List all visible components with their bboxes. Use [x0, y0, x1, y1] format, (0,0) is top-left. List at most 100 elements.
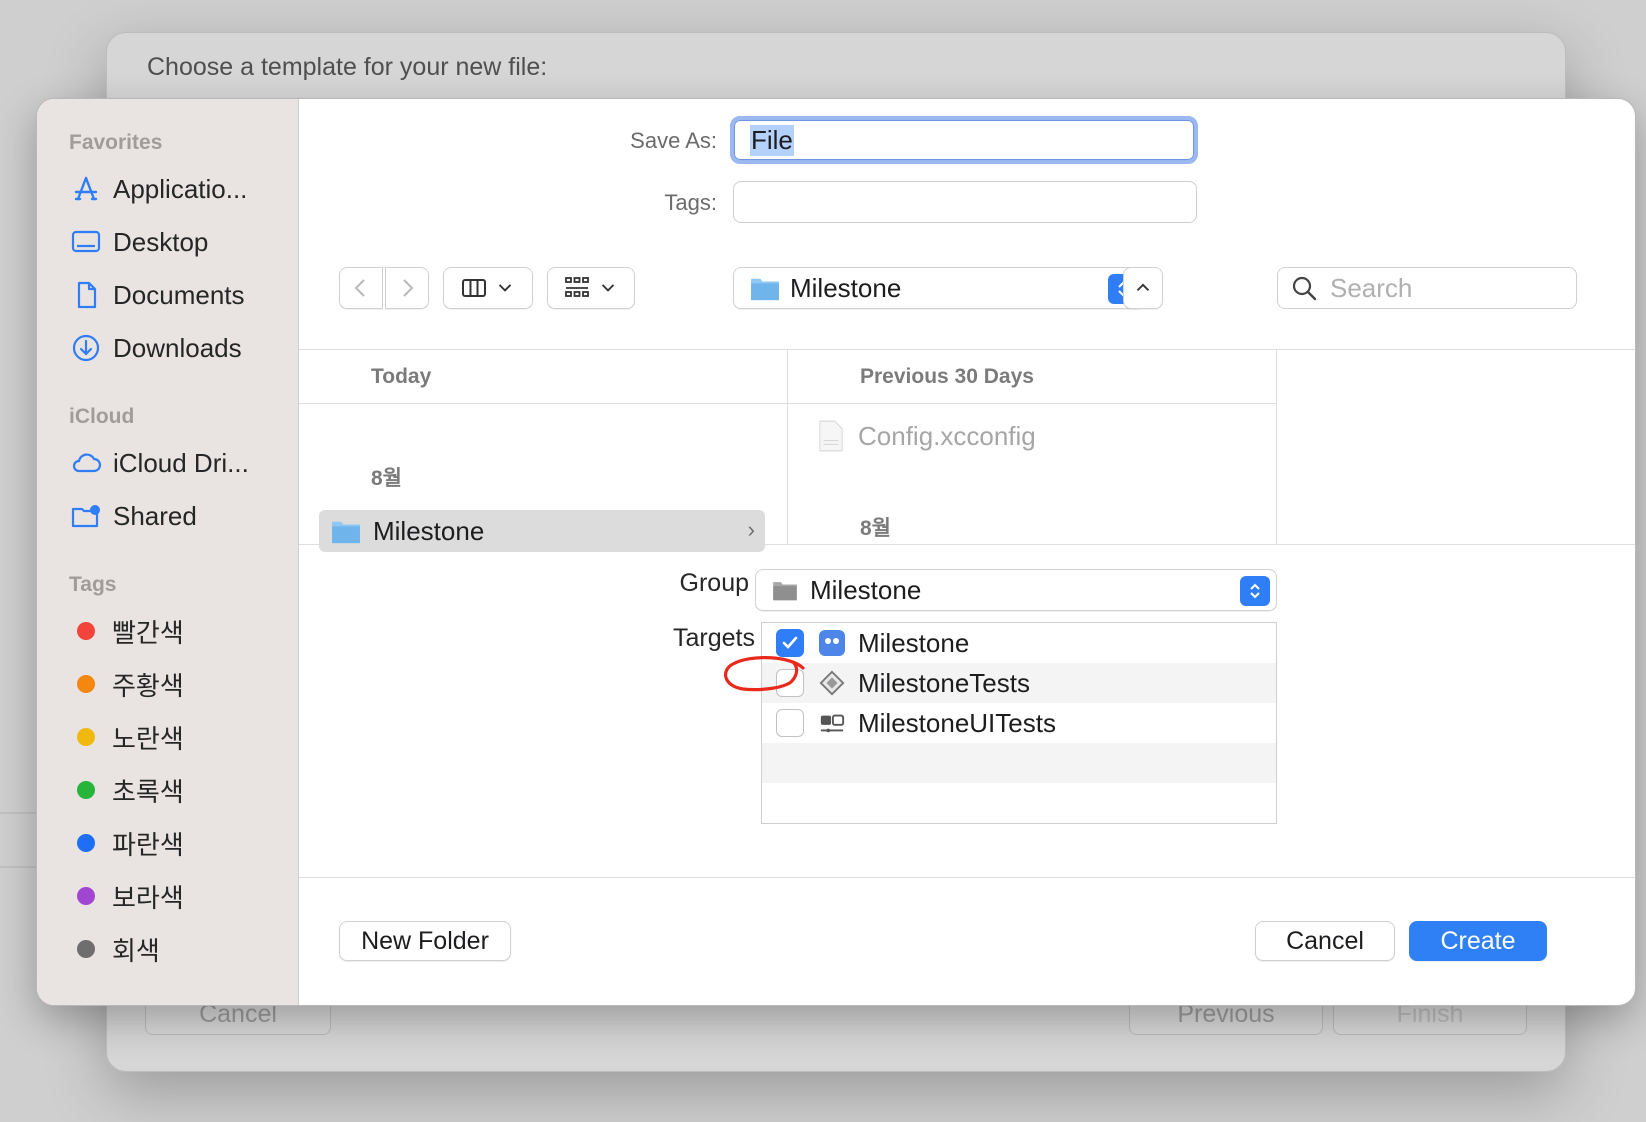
sidebar-item-shared[interactable]: Shared — [69, 496, 291, 536]
sidebar-section-tags: Tags — [69, 573, 117, 596]
create-button[interactable]: Create — [1409, 921, 1547, 961]
footer-divider — [299, 877, 1635, 878]
sidebar-item-label: Applicatio... — [113, 173, 248, 204]
cancel-button[interactable]: Cancel — [1255, 921, 1395, 961]
ui-test-target-icon — [818, 709, 846, 737]
sidebar-item-applications[interactable]: Applicatio... — [69, 169, 291, 209]
target-checkbox[interactable] — [776, 629, 804, 657]
file-name: Config.xcconfig — [858, 420, 1036, 451]
sidebar-tag-red[interactable]: 빨간색 — [69, 611, 291, 651]
browser-column: Previous 30 Days Config.xcconfig 8월 — [788, 350, 1277, 544]
chevron-left-icon — [354, 279, 365, 297]
target-checkbox[interactable] — [776, 709, 804, 737]
sidebar-tag-green[interactable]: 초록색 — [69, 770, 291, 810]
applications-icon — [69, 172, 103, 206]
test-target-icon — [818, 669, 846, 697]
folder-icon — [751, 278, 779, 301]
sidebar: Favorites Applicatio... Desktop Document… — [37, 99, 299, 1005]
sidebar-item-label: Documents — [113, 279, 245, 310]
target-row-empty — [762, 743, 1276, 783]
save-dialog: Favorites Applicatio... Desktop Document… — [36, 98, 1636, 1006]
sidebar-tag-gray[interactable]: 회색 — [69, 929, 291, 969]
sidebar-item-label: 회색 — [112, 935, 160, 966]
tags-field[interactable] — [733, 181, 1197, 223]
sidebar-tag-blue[interactable]: 파란색 — [69, 823, 291, 863]
location-popup[interactable]: Milestone — [733, 267, 1145, 309]
annotation-circle — [724, 656, 805, 692]
group-label: Group — [679, 569, 749, 597]
back-button[interactable] — [339, 267, 383, 309]
desktop-icon — [69, 225, 103, 259]
target-name: MilestoneUITests — [858, 707, 1056, 738]
folder-icon — [332, 521, 360, 544]
sidebar-item-label: 노란색 — [112, 723, 184, 754]
tag-green-dot-icon — [77, 781, 95, 799]
sidebar-item-desktop[interactable]: Desktop — [69, 222, 291, 262]
tag-orange-dot-icon — [77, 675, 95, 693]
document-icon — [69, 278, 103, 312]
tag-purple-dot-icon — [77, 887, 95, 905]
download-icon — [69, 331, 103, 365]
browser-column: Today 8월 Milestone › — [299, 350, 788, 552]
targets-label: Targets — [673, 624, 755, 652]
wizard-title: Choose a template for your new file: — [147, 53, 548, 81]
grid-icon — [565, 277, 589, 297]
target-row-milestonetests[interactable]: MilestoneTests — [762, 663, 1276, 703]
target-row-milestone[interactable]: Milestone — [762, 623, 1276, 663]
location-label: Milestone — [790, 272, 902, 303]
group-value: Milestone — [810, 574, 922, 605]
column-header: Previous 30 Days — [788, 350, 1276, 404]
save-as-label: Save As: — [630, 128, 717, 153]
sidebar-item-label: Shared — [113, 500, 197, 531]
view-mode-button[interactable] — [443, 267, 533, 309]
target-name: Milestone — [858, 627, 970, 658]
sidebar-item-label: 파란색 — [112, 829, 184, 860]
tag-gray-dot-icon — [77, 940, 95, 958]
chevron-right-icon: › — [747, 517, 755, 542]
save-as-value: File — [750, 124, 794, 156]
chevron-down-icon — [601, 284, 615, 292]
search-placeholder: Search — [1330, 272, 1413, 303]
folder-row-milestone[interactable]: Milestone › — [319, 510, 765, 552]
tag-yellow-dot-icon — [77, 728, 95, 746]
sidebar-item-label: 주황색 — [112, 670, 184, 701]
sidebar-tag-yellow[interactable]: 노란색 — [69, 717, 291, 757]
date-group-header: 8월 — [860, 517, 891, 540]
sidebar-item-label: 보라색 — [112, 882, 184, 913]
sidebar-item-label: 초록색 — [112, 776, 184, 807]
search-icon — [1292, 276, 1317, 301]
file-row-config[interactable]: Config.xcconfig — [818, 420, 1036, 452]
shared-folder-icon — [69, 499, 103, 533]
sidebar-item-icloud-drive[interactable]: iCloud Dri... — [69, 443, 291, 483]
file-browser: Today 8월 Milestone › Previous 30 Days Co… — [299, 349, 1635, 552]
sidebar-item-label: 빨간색 — [112, 617, 184, 648]
sidebar-item-label: Downloads — [113, 332, 242, 363]
chevron-up-icon — [1136, 283, 1150, 292]
column-header: Today — [299, 350, 787, 404]
target-name: MilestoneTests — [858, 667, 1030, 698]
target-row-milestoneuitests[interactable]: MilestoneUITests — [762, 703, 1276, 743]
chevron-right-icon — [403, 279, 414, 297]
columns-view-icon — [462, 279, 486, 297]
targets-list: Milestone MilestoneTests MilestoneUITest… — [761, 622, 1277, 824]
app-target-icon — [818, 629, 846, 657]
sidebar-tag-purple[interactable]: 보라색 — [69, 876, 291, 916]
tags-label: Tags: — [664, 190, 717, 215]
save-as-field[interactable]: File — [730, 116, 1198, 164]
group-by-button[interactable] — [547, 267, 635, 309]
sidebar-item-label: iCloud Dri... — [113, 447, 249, 478]
date-group-header: 8월 — [371, 467, 402, 490]
sidebar-section-favorites: Favorites — [69, 131, 163, 154]
chevron-down-icon — [498, 284, 512, 292]
sidebar-tag-orange[interactable]: 주황색 — [69, 664, 291, 704]
parent-folder-button[interactable] — [1123, 267, 1163, 309]
forward-button[interactable] — [385, 267, 429, 309]
search-field[interactable]: Search — [1277, 267, 1577, 309]
tag-red-dot-icon — [77, 622, 95, 640]
sidebar-item-downloads[interactable]: Downloads — [69, 328, 291, 368]
new-folder-button[interactable]: New Folder — [339, 921, 511, 961]
sidebar-item-documents[interactable]: Documents — [69, 275, 291, 315]
tag-blue-dot-icon — [77, 834, 95, 852]
group-popup[interactable]: Milestone — [755, 569, 1277, 611]
sidebar-item-label: Desktop — [113, 226, 209, 257]
